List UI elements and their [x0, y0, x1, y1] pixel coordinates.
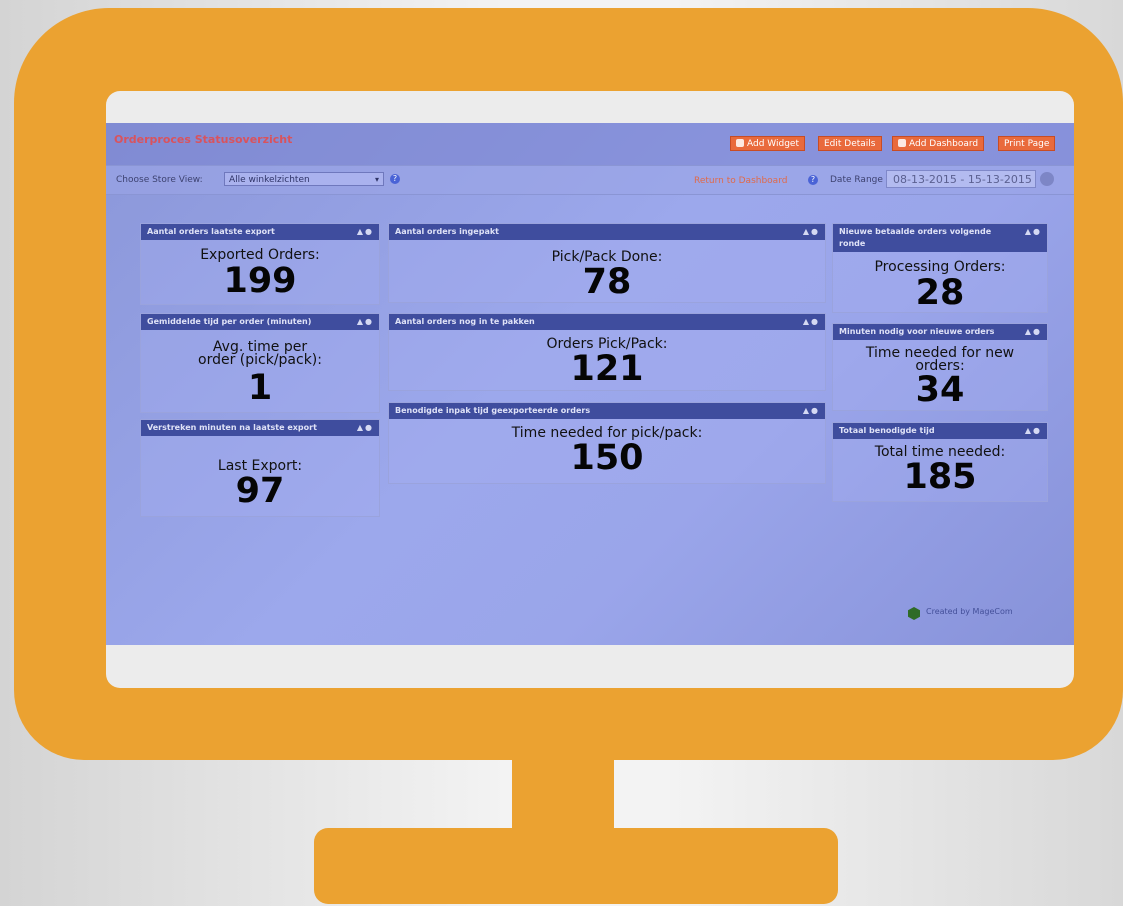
widget-value: 97	[235, 471, 285, 511]
widget-value: 185	[903, 457, 977, 497]
widget-title: Aantal orders nog in te pakken	[389, 314, 825, 330]
widget-time-needed-new-orders: Minuten nodig voor nieuwe orders ▲● Time…	[832, 323, 1048, 411]
plus-circle-icon	[898, 139, 906, 147]
chevron-down-icon: ▾	[374, 175, 379, 184]
widget-value: 78	[582, 262, 632, 302]
widget-title: Nieuwe betaalde orders volgende ronde	[833, 224, 1047, 252]
widget-title: Aantal orders laatste export	[141, 224, 379, 240]
widget-tools-icon[interactable]: ▲●	[803, 317, 820, 326]
date-picker-button[interactable]	[1040, 172, 1054, 186]
date-range-label: Date Range	[830, 175, 883, 185]
dashboard-screen: Orderproces Statusoverzicht Add Widget E…	[106, 123, 1074, 645]
widget-tools-icon[interactable]: ▲●	[1025, 327, 1042, 336]
widget-orders-pick-pack: Aantal orders nog in te pakken ▲● Orders…	[388, 313, 826, 391]
widget-value: 1	[247, 368, 273, 408]
add-icon	[736, 139, 744, 147]
help-icon[interactable]: ?	[390, 174, 400, 184]
page-title: Orderproces Statusoverzicht	[114, 133, 293, 146]
widget-tools-icon[interactable]: ▲●	[357, 317, 374, 326]
widget-value: 28	[915, 273, 965, 313]
add-widget-button[interactable]: Add Widget	[730, 136, 805, 151]
widget-value: 199	[223, 261, 297, 301]
edit-details-button[interactable]: Edit Details	[818, 136, 882, 151]
add-dashboard-button[interactable]: Add Dashboard	[892, 136, 985, 151]
widget-title: Totaal benodigde tijd	[833, 423, 1047, 439]
widget-pick-pack-done: Aantal orders ingepakt ▲● Pick/Pack Done…	[388, 223, 826, 303]
widget-tools-icon[interactable]: ▲●	[1025, 227, 1042, 236]
widget-last-export: Verstreken minuten na laatste export ▲● …	[140, 419, 380, 517]
monitor-base	[314, 828, 838, 904]
widget-title: Benodigde inpak tijd geexporteerde order…	[389, 403, 825, 419]
widget-time-needed-pick-pack: Benodigde inpak tijd geexporteerde order…	[388, 402, 826, 484]
widget-tools-icon[interactable]: ▲●	[357, 423, 374, 432]
widget-value: 121	[570, 349, 644, 389]
widget-value: 34	[915, 370, 965, 410]
store-view-label: Choose Store View:	[116, 175, 203, 185]
widget-tools-icon[interactable]: ▲●	[357, 227, 374, 236]
footer-credit[interactable]: Created by MageCom	[926, 607, 1013, 616]
magecom-logo-icon	[908, 607, 920, 620]
widget-tools-icon[interactable]: ▲●	[803, 406, 820, 415]
widget-title: Verstreken minuten na laatste export	[141, 420, 379, 436]
header-bar: Orderproces Statusoverzicht Add Widget E…	[106, 123, 1074, 165]
widget-label: Avg. time per order (pick/pack):	[198, 339, 322, 368]
widget-processing-orders: Nieuwe betaalde orders volgende ronde ▲●…	[832, 223, 1048, 313]
widget-title: Minuten nodig voor nieuwe orders	[833, 324, 1047, 340]
monitor-bezel: Orderproces Statusoverzicht Add Widget E…	[106, 91, 1074, 688]
date-range-input[interactable]: 08-13-2015 - 15-13-2015	[886, 170, 1036, 188]
widget-exported-orders: Aantal orders laatste export ▲● Exported…	[140, 223, 380, 305]
filter-bar: Choose Store View: Alle winkelzichten ▾ …	[106, 165, 1074, 195]
return-to-dashboard-link[interactable]: Return to Dashboard	[694, 176, 787, 186]
widget-tools-icon[interactable]: ▲●	[1025, 426, 1042, 435]
store-view-select[interactable]: Alle winkelzichten ▾	[224, 172, 384, 186]
monitor-neck	[512, 748, 614, 838]
widget-value: 150	[570, 438, 644, 478]
info-icon[interactable]: ?	[808, 175, 818, 185]
widget-avg-time-per-order: Gemiddelde tijd per order (minuten) ▲● A…	[140, 313, 380, 413]
widget-title: Gemiddelde tijd per order (minuten)	[141, 314, 379, 330]
print-page-button[interactable]: Print Page	[998, 136, 1056, 151]
monitor-frame: Orderproces Statusoverzicht Add Widget E…	[14, 8, 1123, 760]
widget-tools-icon[interactable]: ▲●	[803, 227, 820, 236]
widget-title: Aantal orders ingepakt	[389, 224, 825, 240]
widget-total-time-needed: Totaal benodigde tijd ▲● Total time need…	[832, 422, 1048, 502]
